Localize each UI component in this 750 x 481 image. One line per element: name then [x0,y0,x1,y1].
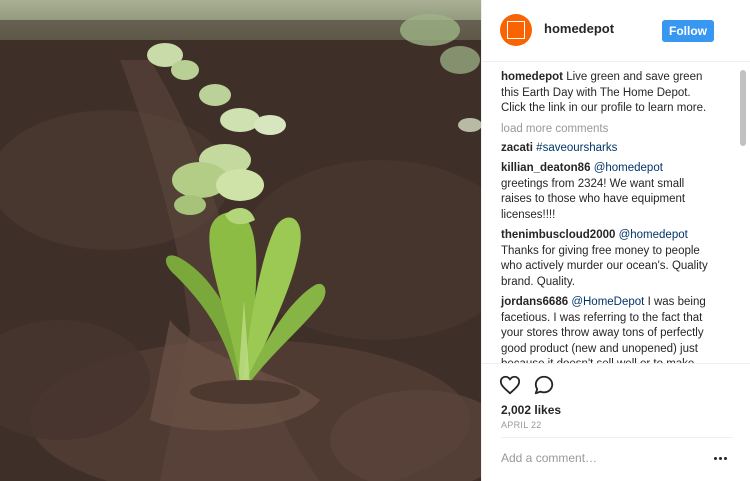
instagram-post: homedepot Follow homedepot Live green an… [0,0,750,481]
follow-button[interactable]: Follow [662,20,714,42]
comment-item: zacati #saveoursharks [501,141,713,157]
comments-list: homedepot Live green and save green this… [501,70,713,363]
comments-section[interactable]: homedepot Live green and save green this… [482,62,750,364]
mention-link[interactable]: @homedepot [594,162,663,174]
comment-text: greetings from 2324! We want small raise… [501,177,686,221]
caption-username[interactable]: homedepot [501,71,563,83]
lettuce-seedling-image [0,0,481,481]
likes-count[interactable]: 2,002 likes [501,403,561,417]
comments-scrollbar[interactable] [740,70,746,360]
comment-item: jordans6686 @HomeDepot I was being facet… [501,295,713,363]
comment-item: killian_deaton86 @homedepot greetings fr… [501,161,713,223]
comment-username[interactable]: jordans6686 [501,296,568,308]
comment-text: Thanks for giving free money to people w… [501,244,708,288]
comment-username[interactable]: killian_deaton86 [501,162,590,174]
post-date[interactable]: APRIL 22 [501,420,542,430]
scrollbar-thumb[interactable] [740,70,746,146]
post-header: homedepot Follow [482,0,750,62]
heart-icon[interactable] [499,374,521,396]
comment-bubble-icon[interactable] [533,374,555,396]
header-username[interactable]: homedepot [544,21,614,36]
action-bar [482,364,750,404]
add-comment-input[interactable] [501,448,701,468]
comment-username[interactable]: zacati [501,142,533,154]
comment-username[interactable]: thenimbuscloud2000 [501,229,615,241]
post-photo[interactable] [0,0,481,481]
caption: homedepot Live green and save green this… [501,70,713,117]
post-side-panel: homedepot Follow homedepot Live green an… [481,0,750,481]
mention-link[interactable]: @HomeDepot [571,296,644,308]
load-more-comments-link[interactable]: load more comments [501,122,713,137]
hashtag-link[interactable]: #saveoursharks [536,142,617,154]
more-options-icon[interactable] [714,456,728,462]
avatar[interactable] [500,14,532,46]
divider [501,437,733,438]
home-depot-logo-icon [507,21,525,39]
comment-item: thenimbuscloud2000 @homedepot Thanks for… [501,228,713,290]
mention-link[interactable]: @homedepot [619,229,688,241]
